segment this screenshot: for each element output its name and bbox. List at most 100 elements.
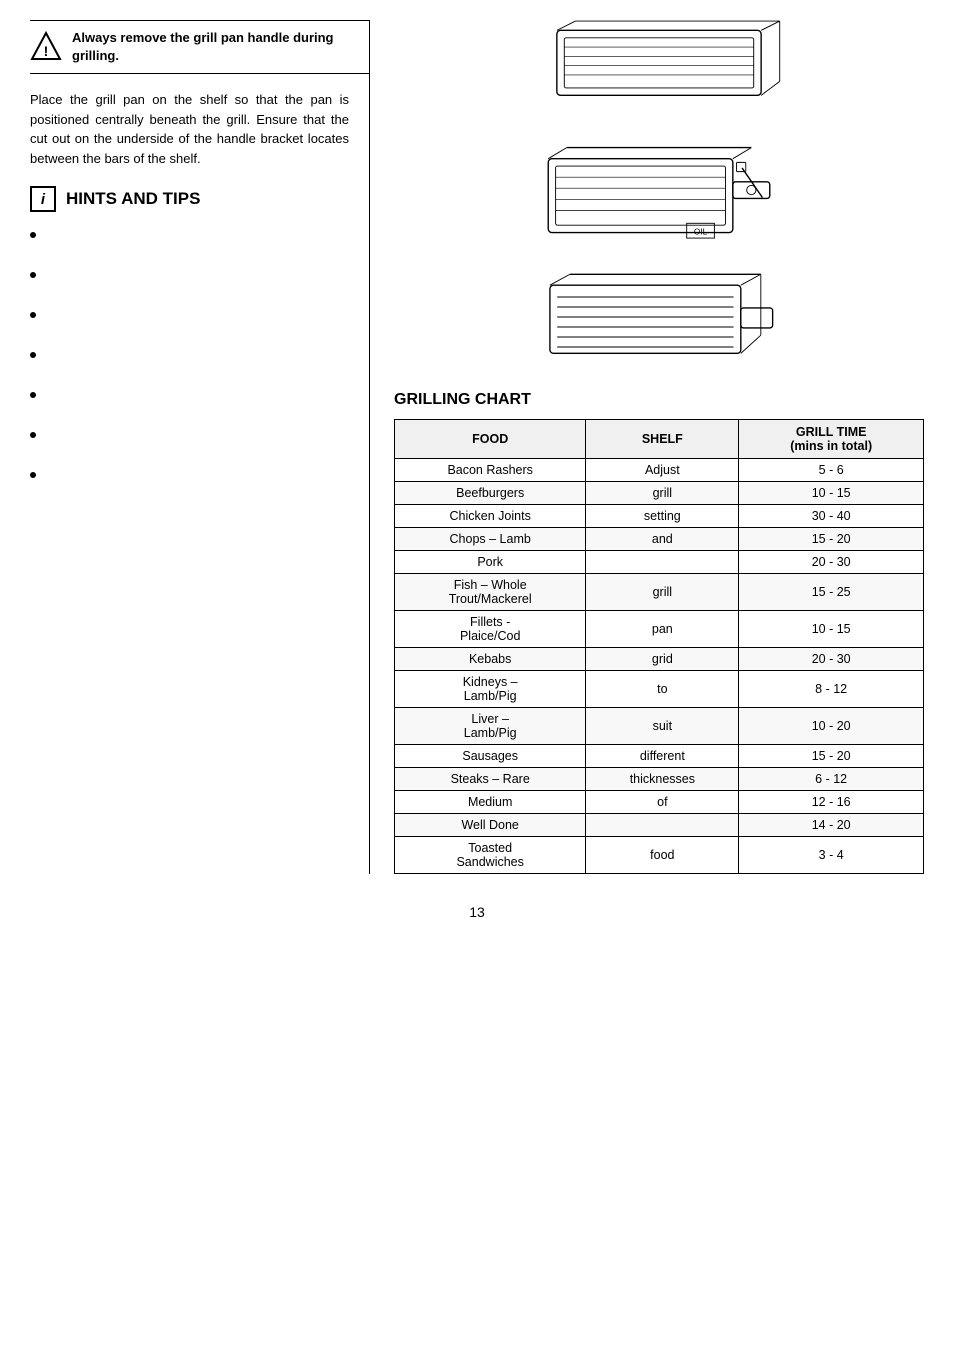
list-item — [30, 306, 349, 318]
shelf-cell: and — [586, 528, 739, 551]
diagrams-section: OIL — [394, 20, 924, 367]
left-column: ! Always remove the grill pan handle dur… — [30, 20, 370, 874]
hints-heading: i HINTS AND TIPS — [30, 186, 349, 212]
list-item — [30, 346, 349, 358]
bullet-icon — [30, 472, 36, 478]
grilling-table: FOOD SHELF GRILL TIME(mins in total) Bac… — [394, 419, 924, 874]
col-food: FOOD — [395, 420, 586, 459]
intro-paragraph: Place the grill pan on the shelf so that… — [30, 90, 349, 168]
hints-list — [30, 226, 349, 478]
food-cell: Beefburgers — [395, 482, 586, 505]
time-cell: 15 - 20 — [739, 745, 924, 768]
svg-text:OIL: OIL — [694, 226, 708, 236]
table-row: Chops – Lamband15 - 20 — [395, 528, 924, 551]
table-header-row: FOOD SHELF GRILL TIME(mins in total) — [395, 420, 924, 459]
shelf-cell: suit — [586, 708, 739, 745]
table-row: Sausagesdifferent15 - 20 — [395, 745, 924, 768]
food-cell: Kidneys – Lamb/Pig — [395, 671, 586, 708]
main-layout: ! Always remove the grill pan handle dur… — [30, 20, 924, 874]
time-cell: 10 - 15 — [739, 611, 924, 648]
list-item — [30, 226, 349, 238]
bullet-icon — [30, 352, 36, 358]
time-cell: 10 - 20 — [739, 708, 924, 745]
info-icon: i — [30, 186, 56, 212]
shelf-cell — [586, 814, 739, 837]
shelf-cell: of — [586, 791, 739, 814]
diagram-2: OIL — [529, 131, 789, 251]
right-column: OIL — [370, 20, 924, 874]
hints-title: HINTS AND TIPS — [66, 189, 200, 209]
shelf-cell: food — [586, 837, 739, 874]
list-item — [30, 466, 349, 478]
bullet-icon — [30, 232, 36, 238]
list-item — [30, 266, 349, 278]
time-cell: 10 - 15 — [739, 482, 924, 505]
food-cell: Liver – Lamb/Pig — [395, 708, 586, 745]
time-cell: 20 - 30 — [739, 648, 924, 671]
warning-text: Always remove the grill pan handle durin… — [72, 29, 370, 65]
food-cell: Kebabs — [395, 648, 586, 671]
shelf-cell: grill — [586, 574, 739, 611]
list-item — [30, 386, 349, 398]
warning-icon: ! — [30, 31, 62, 63]
shelf-cell: pan — [586, 611, 739, 648]
page-number: 13 — [30, 904, 924, 920]
food-cell: Steaks – Rare — [395, 768, 586, 791]
table-row: Mediumof12 - 16 — [395, 791, 924, 814]
grilling-chart-title: GRILLING CHART — [394, 391, 924, 409]
shelf-cell: Adjust — [586, 459, 739, 482]
food-cell: Chicken Joints — [395, 505, 586, 528]
svg-text:!: ! — [44, 43, 49, 59]
table-row: Pork 20 - 30 — [395, 551, 924, 574]
time-cell: 6 - 12 — [739, 768, 924, 791]
food-cell: Fillets - Plaice/Cod — [395, 611, 586, 648]
table-row: Steaks – Rarethicknesses6 - 12 — [395, 768, 924, 791]
food-cell: Fish – Whole Trout/Mackerel — [395, 574, 586, 611]
table-row: Chicken Jointssetting30 - 40 — [395, 505, 924, 528]
time-cell: 30 - 40 — [739, 505, 924, 528]
time-cell: 8 - 12 — [739, 671, 924, 708]
table-row: Beefburgersgrill10 - 15 — [395, 482, 924, 505]
bullet-icon — [30, 312, 36, 318]
time-cell: 20 - 30 — [739, 551, 924, 574]
time-cell: 15 - 20 — [739, 528, 924, 551]
table-row: Toasted Sandwichesfood3 - 4 — [395, 837, 924, 874]
shelf-cell: grill — [586, 482, 739, 505]
table-row: Fish – Whole Trout/Mackerelgrill15 - 25 — [395, 574, 924, 611]
warning-box: ! Always remove the grill pan handle dur… — [30, 20, 370, 74]
time-cell: 12 - 16 — [739, 791, 924, 814]
table-row: Kidneys – Lamb/Pigto8 - 12 — [395, 671, 924, 708]
col-shelf: SHELF — [586, 420, 739, 459]
shelf-cell — [586, 551, 739, 574]
table-row: Kebabsgrid20 - 30 — [395, 648, 924, 671]
shelf-cell: different — [586, 745, 739, 768]
food-cell: Well Done — [395, 814, 586, 837]
food-cell: Bacon Rashers — [395, 459, 586, 482]
food-cell: Toasted Sandwiches — [395, 837, 586, 874]
time-cell: 3 - 4 — [739, 837, 924, 874]
diagram-3 — [529, 267, 789, 367]
bullet-icon — [30, 392, 36, 398]
col-time: GRILL TIME(mins in total) — [739, 420, 924, 459]
food-cell: Medium — [395, 791, 586, 814]
shelf-cell: to — [586, 671, 739, 708]
food-cell: Pork — [395, 551, 586, 574]
warning-label: Always remove the grill pan handle durin… — [72, 30, 334, 63]
table-row: Fillets - Plaice/Codpan10 - 15 — [395, 611, 924, 648]
shelf-cell: grid — [586, 648, 739, 671]
food-cell: Chops – Lamb — [395, 528, 586, 551]
food-cell: Sausages — [395, 745, 586, 768]
time-cell: 5 - 6 — [739, 459, 924, 482]
bullet-icon — [30, 432, 36, 438]
grilling-chart-section: GRILLING CHART FOOD SHELF GRILL TIME(min… — [394, 391, 924, 874]
bullet-icon — [30, 272, 36, 278]
table-row: Bacon RashersAdjust5 - 6 — [395, 459, 924, 482]
time-cell: 15 - 25 — [739, 574, 924, 611]
list-item — [30, 426, 349, 438]
table-row: Liver – Lamb/Pigsuit10 - 20 — [395, 708, 924, 745]
page: ! Always remove the grill pan handle dur… — [0, 0, 954, 1351]
shelf-cell: setting — [586, 505, 739, 528]
diagram-1 — [529, 20, 789, 115]
time-cell: 14 - 20 — [739, 814, 924, 837]
shelf-cell: thicknesses — [586, 768, 739, 791]
